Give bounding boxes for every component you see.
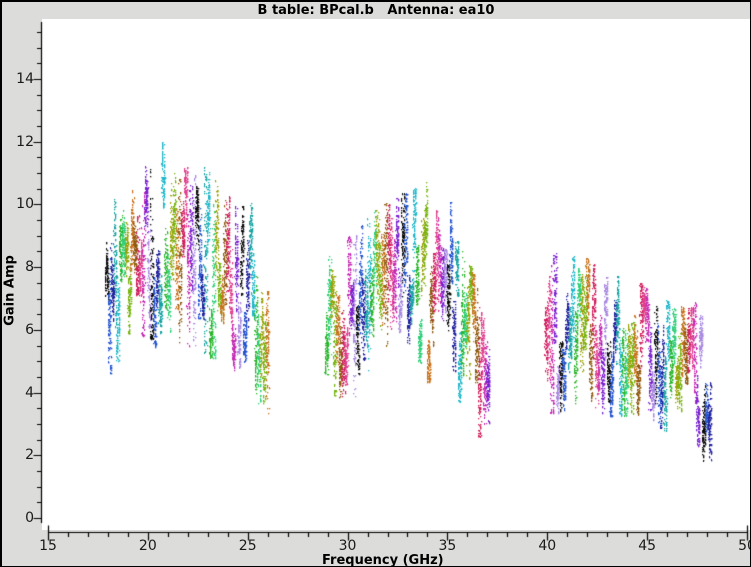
y-tick-label: 14	[2, 72, 34, 86]
y-tick-label: 10	[2, 197, 34, 211]
x-tick-label: 45	[638, 539, 656, 553]
y-axis-title: Gain Amp	[3, 251, 18, 331]
x-tick-label: 35	[439, 539, 457, 553]
x-tick-label: 40	[538, 539, 556, 553]
y-tick-label: 0	[2, 511, 34, 525]
x-tick-label: 50	[738, 539, 751, 553]
y-tick-label: 2	[2, 448, 34, 462]
x-tick-label: 30	[339, 539, 357, 553]
x-tick-label: 15	[39, 539, 57, 553]
x-axis-title: Frequency (GHz)	[322, 553, 444, 567]
y-tick-label: 12	[2, 135, 34, 149]
x-tick-label: 25	[239, 539, 257, 553]
plotcal-window: B table: BPcal.b Antenna: ea10 152025303…	[0, 0, 751, 567]
y-tick-label: 4	[2, 386, 34, 400]
plot-canvas[interactable]	[2, 2, 751, 567]
x-tick-label: 20	[139, 539, 157, 553]
